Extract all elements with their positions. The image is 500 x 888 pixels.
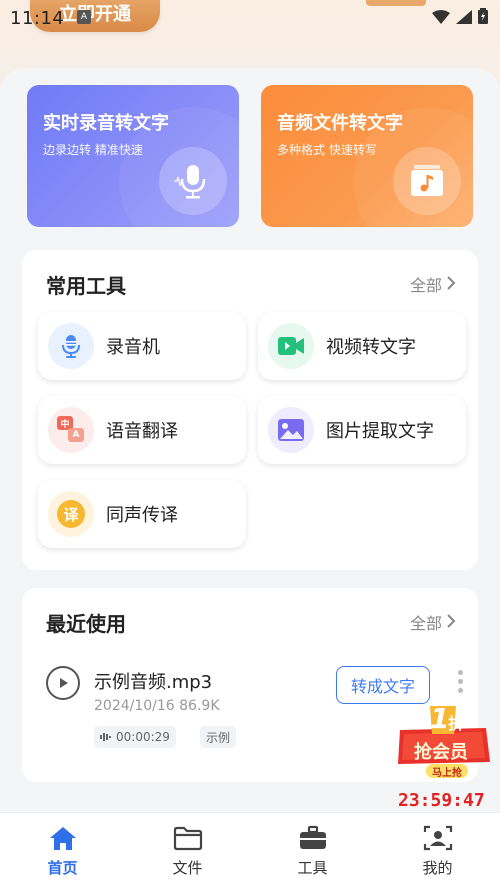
tool-label: 录音机 xyxy=(106,337,160,358)
file-name: 示例音频.mp3 xyxy=(94,672,213,693)
file-meta: 2024/10/16 86.9K xyxy=(94,698,220,714)
battery-icon xyxy=(478,8,488,28)
video-camera-icon xyxy=(268,323,314,369)
vip-discount-badge[interactable]: 1 折 抢会员 马上抢 xyxy=(390,700,496,784)
microphone-icon xyxy=(48,323,94,369)
nav-label: 我的 xyxy=(422,859,453,877)
translate-icon: 中 A xyxy=(48,407,94,453)
realtime-transcribe-card[interactable]: 实时录音转文字 边录边转 精准快速 xyxy=(27,85,239,227)
duration-chip: 00:00:29 xyxy=(94,726,176,748)
view-all-label: 全部 xyxy=(409,614,442,633)
tool-voice-translate[interactable]: 中 A 语音翻译 xyxy=(38,396,246,464)
vip-label: 抢会员 xyxy=(414,742,468,763)
nav-files[interactable]: 文件 xyxy=(125,813,250,888)
tool-video-to-text[interactable]: 视频转文字 xyxy=(258,312,466,380)
toolbox-icon xyxy=(299,825,326,849)
nav-profile[interactable]: 我的 xyxy=(375,813,500,888)
nav-label: 工具 xyxy=(297,859,328,877)
play-icon xyxy=(60,678,68,688)
status-time: 11:14 xyxy=(10,7,65,29)
bottom-nav: 首页 文件 工具 我的 xyxy=(0,812,500,888)
vip-button-label: 马上抢 xyxy=(432,768,462,779)
wifi-icon xyxy=(432,9,450,28)
tools-view-all-link[interactable]: 全部 xyxy=(410,272,456,296)
chevron-right-icon xyxy=(446,613,456,632)
tools-panel: 常用工具 全部 录音机 视频转文字 中 A 语音翻译 图片提取文字 译 同声传译 xyxy=(22,250,478,570)
home-icon xyxy=(49,827,76,850)
sample-tag: 示例 xyxy=(200,726,237,748)
nav-label: 文件 xyxy=(172,859,203,877)
nav-tools[interactable]: 工具 xyxy=(250,813,375,888)
audio-file-transcribe-card[interactable]: 音频文件转文字 多种格式 快速转写 xyxy=(261,85,473,227)
tool-label: 视频转文字 xyxy=(326,337,416,358)
profile-icon xyxy=(423,825,452,851)
translate-glyph-en: A xyxy=(68,428,84,442)
vip-big-number: 1 xyxy=(430,702,450,735)
status-icons xyxy=(432,8,488,28)
convert-to-text-button[interactable]: 转成文字 xyxy=(336,666,430,704)
tool-label: 图片提取文字 xyxy=(326,421,434,442)
folder-icon xyxy=(173,826,202,851)
interpret-icon: 译 xyxy=(48,491,94,537)
signal-icon xyxy=(456,9,472,28)
tool-label: 同声传译 xyxy=(106,505,178,526)
vip-countdown: 23:59:47 xyxy=(398,790,485,811)
status-bar: 11:14 xyxy=(0,0,500,36)
waveform-icon xyxy=(100,733,111,741)
microphone-icon xyxy=(159,147,227,215)
chevron-right-icon xyxy=(446,275,456,294)
tool-simultaneous-interpret[interactable]: 译 同声传译 xyxy=(38,480,246,548)
music-file-icon xyxy=(393,147,461,215)
interpret-glyph: 译 xyxy=(57,500,85,528)
recent-title: 最近使用 xyxy=(46,612,126,636)
vip-discount-unit: 折 xyxy=(448,714,465,733)
duration-text: 00:00:29 xyxy=(116,730,170,744)
tools-title: 常用工具 xyxy=(46,274,126,298)
play-button[interactable] xyxy=(46,666,80,700)
view-all-label: 全部 xyxy=(409,276,442,295)
tool-recorder[interactable]: 录音机 xyxy=(38,312,246,380)
nav-label: 首页 xyxy=(47,859,78,877)
image-icon xyxy=(268,407,314,453)
recent-view-all-link[interactable]: 全部 xyxy=(410,610,456,634)
tool-label: 语音翻译 xyxy=(106,421,178,442)
tool-image-ocr[interactable]: 图片提取文字 xyxy=(258,396,466,464)
nav-home[interactable]: 首页 xyxy=(0,813,125,888)
notification-badge: A xyxy=(77,10,91,24)
more-options-icon[interactable] xyxy=(458,670,463,693)
